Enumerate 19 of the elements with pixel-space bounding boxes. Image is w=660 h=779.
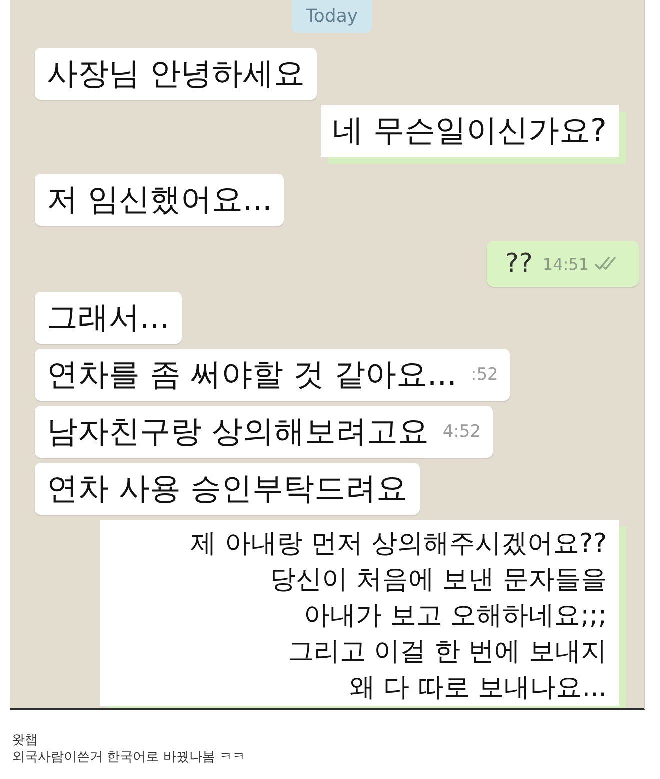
message-time: :52	[470, 365, 498, 385]
message-text: 그리고 이걸 한 번에 보내지	[288, 636, 607, 669]
message-text: 저 임신했어요...	[47, 181, 272, 219]
post-title: 왓챕	[12, 732, 39, 749]
message-text: 제 아내랑 먼저 상의해주시겠어요??	[190, 528, 607, 561]
message-text: 그래서...	[47, 299, 170, 337]
message-time: 14:51	[542, 254, 589, 274]
message-time: 4:52	[442, 422, 482, 442]
message-text: 네 무슨일이신가요?	[332, 112, 607, 150]
message-text: 사장님 안녕하세요	[47, 55, 305, 93]
message-text: 왜 다 따로 보내나요...	[349, 672, 607, 705]
date-chip: Today	[292, 0, 372, 33]
message-text: 연차 사용 승인부탁드려요	[47, 470, 408, 508]
message-text: ??	[505, 248, 533, 281]
message-text: 아내가 보고 오해하네요;;;	[304, 600, 607, 633]
message-text: 남자친구랑 상의해보려고요	[47, 413, 429, 451]
message-text: 당신이 처음에 보낸 문자들을	[270, 564, 607, 597]
post-text: 외국사람이쓴거 한국어로 바꿨나봄 ㅋㅋ	[12, 749, 246, 766]
message-text: 연차를 좀 써야할 것 같아요...	[47, 356, 457, 394]
